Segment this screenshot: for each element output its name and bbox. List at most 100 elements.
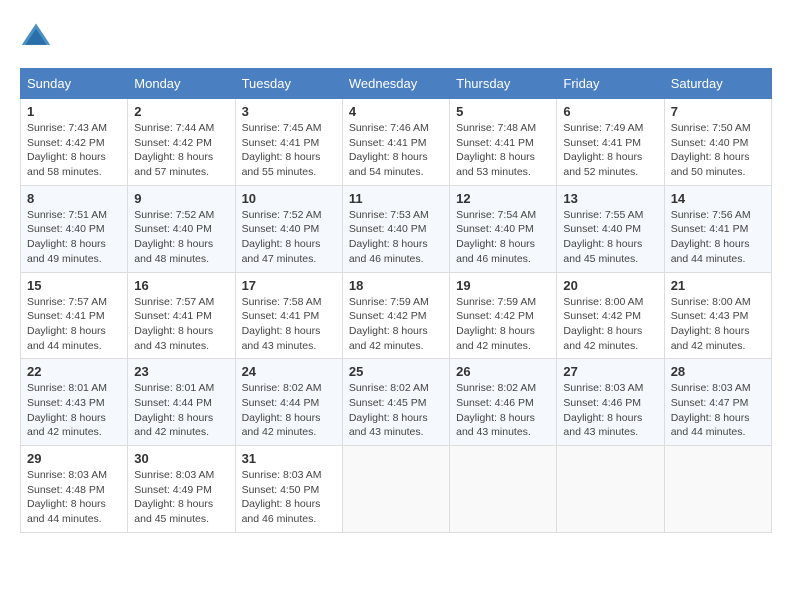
day-number: 19 [456, 278, 550, 293]
day-info: Sunrise: 8:03 AM Sunset: 4:50 PM Dayligh… [242, 468, 336, 527]
calendar-cell: 19 Sunrise: 7:59 AM Sunset: 4:42 PM Dayl… [450, 272, 557, 359]
calendar-cell: 22 Sunrise: 8:01 AM Sunset: 4:43 PM Dayl… [21, 359, 128, 446]
day-number: 21 [671, 278, 765, 293]
calendar-cell: 28 Sunrise: 8:03 AM Sunset: 4:47 PM Dayl… [664, 359, 771, 446]
day-number: 12 [456, 191, 550, 206]
day-info: Sunrise: 7:57 AM Sunset: 4:41 PM Dayligh… [27, 295, 121, 354]
calendar-week-row: 22 Sunrise: 8:01 AM Sunset: 4:43 PM Dayl… [21, 359, 772, 446]
calendar-cell: 21 Sunrise: 8:00 AM Sunset: 4:43 PM Dayl… [664, 272, 771, 359]
calendar-cell: 27 Sunrise: 8:03 AM Sunset: 4:46 PM Dayl… [557, 359, 664, 446]
calendar-cell: 5 Sunrise: 7:48 AM Sunset: 4:41 PM Dayli… [450, 99, 557, 186]
day-number: 26 [456, 364, 550, 379]
day-number: 7 [671, 104, 765, 119]
calendar-cell: 7 Sunrise: 7:50 AM Sunset: 4:40 PM Dayli… [664, 99, 771, 186]
calendar-cell [342, 446, 449, 533]
day-info: Sunrise: 7:48 AM Sunset: 4:41 PM Dayligh… [456, 121, 550, 180]
calendar-cell: 29 Sunrise: 8:03 AM Sunset: 4:48 PM Dayl… [21, 446, 128, 533]
calendar-cell [450, 446, 557, 533]
day-number: 29 [27, 451, 121, 466]
calendar-day-header: Sunday [21, 69, 128, 99]
calendar-week-row: 29 Sunrise: 8:03 AM Sunset: 4:48 PM Dayl… [21, 446, 772, 533]
day-number: 3 [242, 104, 336, 119]
day-info: Sunrise: 8:03 AM Sunset: 4:48 PM Dayligh… [27, 468, 121, 527]
calendar-cell: 8 Sunrise: 7:51 AM Sunset: 4:40 PM Dayli… [21, 185, 128, 272]
day-number: 14 [671, 191, 765, 206]
day-info: Sunrise: 7:46 AM Sunset: 4:41 PM Dayligh… [349, 121, 443, 180]
calendar-week-row: 15 Sunrise: 7:57 AM Sunset: 4:41 PM Dayl… [21, 272, 772, 359]
day-number: 9 [134, 191, 228, 206]
day-info: Sunrise: 7:45 AM Sunset: 4:41 PM Dayligh… [242, 121, 336, 180]
day-number: 6 [563, 104, 657, 119]
calendar-cell: 20 Sunrise: 8:00 AM Sunset: 4:42 PM Dayl… [557, 272, 664, 359]
day-number: 28 [671, 364, 765, 379]
calendar-week-row: 8 Sunrise: 7:51 AM Sunset: 4:40 PM Dayli… [21, 185, 772, 272]
day-number: 4 [349, 104, 443, 119]
calendar-cell: 10 Sunrise: 7:52 AM Sunset: 4:40 PM Dayl… [235, 185, 342, 272]
calendar-cell: 25 Sunrise: 8:02 AM Sunset: 4:45 PM Dayl… [342, 359, 449, 446]
calendar-cell: 1 Sunrise: 7:43 AM Sunset: 4:42 PM Dayli… [21, 99, 128, 186]
day-info: Sunrise: 8:02 AM Sunset: 4:46 PM Dayligh… [456, 381, 550, 440]
day-info: Sunrise: 7:56 AM Sunset: 4:41 PM Dayligh… [671, 208, 765, 267]
calendar-cell: 23 Sunrise: 8:01 AM Sunset: 4:44 PM Dayl… [128, 359, 235, 446]
calendar-cell: 15 Sunrise: 7:57 AM Sunset: 4:41 PM Dayl… [21, 272, 128, 359]
calendar-cell: 4 Sunrise: 7:46 AM Sunset: 4:41 PM Dayli… [342, 99, 449, 186]
calendar-cell: 9 Sunrise: 7:52 AM Sunset: 4:40 PM Dayli… [128, 185, 235, 272]
calendar-day-header: Friday [557, 69, 664, 99]
calendar-cell: 3 Sunrise: 7:45 AM Sunset: 4:41 PM Dayli… [235, 99, 342, 186]
day-info: Sunrise: 8:01 AM Sunset: 4:44 PM Dayligh… [134, 381, 228, 440]
calendar-cell: 26 Sunrise: 8:02 AM Sunset: 4:46 PM Dayl… [450, 359, 557, 446]
day-number: 13 [563, 191, 657, 206]
day-number: 8 [27, 191, 121, 206]
day-number: 16 [134, 278, 228, 293]
day-info: Sunrise: 7:58 AM Sunset: 4:41 PM Dayligh… [242, 295, 336, 354]
day-info: Sunrise: 7:43 AM Sunset: 4:42 PM Dayligh… [27, 121, 121, 180]
day-number: 18 [349, 278, 443, 293]
day-info: Sunrise: 8:00 AM Sunset: 4:43 PM Dayligh… [671, 295, 765, 354]
calendar-day-header: Monday [128, 69, 235, 99]
day-number: 17 [242, 278, 336, 293]
calendar-table: SundayMondayTuesdayWednesdayThursdayFrid… [20, 68, 772, 533]
day-number: 24 [242, 364, 336, 379]
day-info: Sunrise: 8:01 AM Sunset: 4:43 PM Dayligh… [27, 381, 121, 440]
calendar-day-header: Thursday [450, 69, 557, 99]
day-number: 11 [349, 191, 443, 206]
calendar-cell [664, 446, 771, 533]
calendar-cell: 16 Sunrise: 7:57 AM Sunset: 4:41 PM Dayl… [128, 272, 235, 359]
day-number: 5 [456, 104, 550, 119]
day-info: Sunrise: 8:03 AM Sunset: 4:49 PM Dayligh… [134, 468, 228, 527]
day-info: Sunrise: 7:59 AM Sunset: 4:42 PM Dayligh… [456, 295, 550, 354]
calendar-cell: 31 Sunrise: 8:03 AM Sunset: 4:50 PM Dayl… [235, 446, 342, 533]
calendar-cell: 13 Sunrise: 7:55 AM Sunset: 4:40 PM Dayl… [557, 185, 664, 272]
day-info: Sunrise: 7:50 AM Sunset: 4:40 PM Dayligh… [671, 121, 765, 180]
calendar-day-header: Saturday [664, 69, 771, 99]
day-info: Sunrise: 7:44 AM Sunset: 4:42 PM Dayligh… [134, 121, 228, 180]
logo-icon [20, 20, 52, 52]
day-number: 30 [134, 451, 228, 466]
calendar-cell: 17 Sunrise: 7:58 AM Sunset: 4:41 PM Dayl… [235, 272, 342, 359]
calendar-cell: 6 Sunrise: 7:49 AM Sunset: 4:41 PM Dayli… [557, 99, 664, 186]
calendar-header-row: SundayMondayTuesdayWednesdayThursdayFrid… [21, 69, 772, 99]
day-info: Sunrise: 8:03 AM Sunset: 4:46 PM Dayligh… [563, 381, 657, 440]
day-info: Sunrise: 8:00 AM Sunset: 4:42 PM Dayligh… [563, 295, 657, 354]
day-info: Sunrise: 7:49 AM Sunset: 4:41 PM Dayligh… [563, 121, 657, 180]
calendar-cell: 2 Sunrise: 7:44 AM Sunset: 4:42 PM Dayli… [128, 99, 235, 186]
day-number: 1 [27, 104, 121, 119]
calendar-cell: 12 Sunrise: 7:54 AM Sunset: 4:40 PM Dayl… [450, 185, 557, 272]
day-info: Sunrise: 7:54 AM Sunset: 4:40 PM Dayligh… [456, 208, 550, 267]
day-number: 20 [563, 278, 657, 293]
day-info: Sunrise: 8:02 AM Sunset: 4:44 PM Dayligh… [242, 381, 336, 440]
day-info: Sunrise: 7:51 AM Sunset: 4:40 PM Dayligh… [27, 208, 121, 267]
day-number: 22 [27, 364, 121, 379]
logo [20, 20, 56, 52]
day-info: Sunrise: 7:59 AM Sunset: 4:42 PM Dayligh… [349, 295, 443, 354]
calendar-day-header: Tuesday [235, 69, 342, 99]
day-info: Sunrise: 8:02 AM Sunset: 4:45 PM Dayligh… [349, 381, 443, 440]
day-number: 23 [134, 364, 228, 379]
calendar-cell: 24 Sunrise: 8:02 AM Sunset: 4:44 PM Dayl… [235, 359, 342, 446]
page-header [20, 20, 772, 52]
calendar-cell: 18 Sunrise: 7:59 AM Sunset: 4:42 PM Dayl… [342, 272, 449, 359]
day-info: Sunrise: 7:57 AM Sunset: 4:41 PM Dayligh… [134, 295, 228, 354]
day-info: Sunrise: 7:53 AM Sunset: 4:40 PM Dayligh… [349, 208, 443, 267]
calendar-cell: 11 Sunrise: 7:53 AM Sunset: 4:40 PM Dayl… [342, 185, 449, 272]
calendar-cell: 14 Sunrise: 7:56 AM Sunset: 4:41 PM Dayl… [664, 185, 771, 272]
